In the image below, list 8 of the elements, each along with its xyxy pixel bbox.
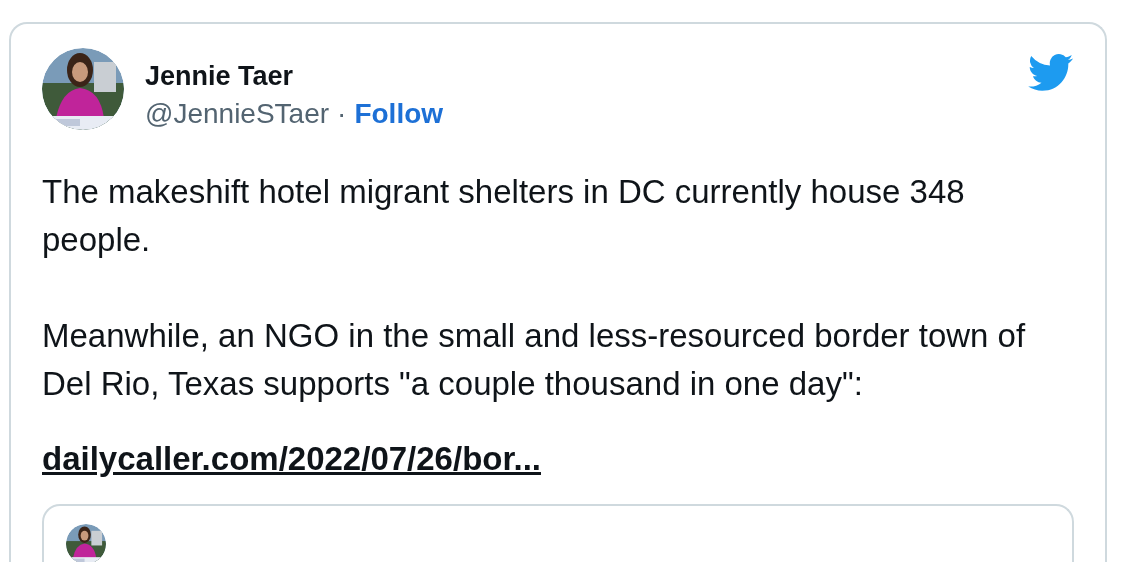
bird-icon[interactable] [1028,54,1074,92]
separator: · [337,98,347,130]
author-handle: @JennieSTaer [145,98,330,130]
article-link[interactable]: dailycaller.com/2022/07/26/bor... [42,435,541,483]
tweet-text: Meanwhile, an NGO in the small and less-resourced border town of Del Rio, Texas supports "a couple thousand in one day": [42,316,1027,404]
tweet-text: The makeshift hotel migrant shelters in DC currently house 348 people. [42,172,966,260]
author-name: Jennie Taer [145,60,295,92]
follow-link[interactable]: Follow [354,98,444,130]
